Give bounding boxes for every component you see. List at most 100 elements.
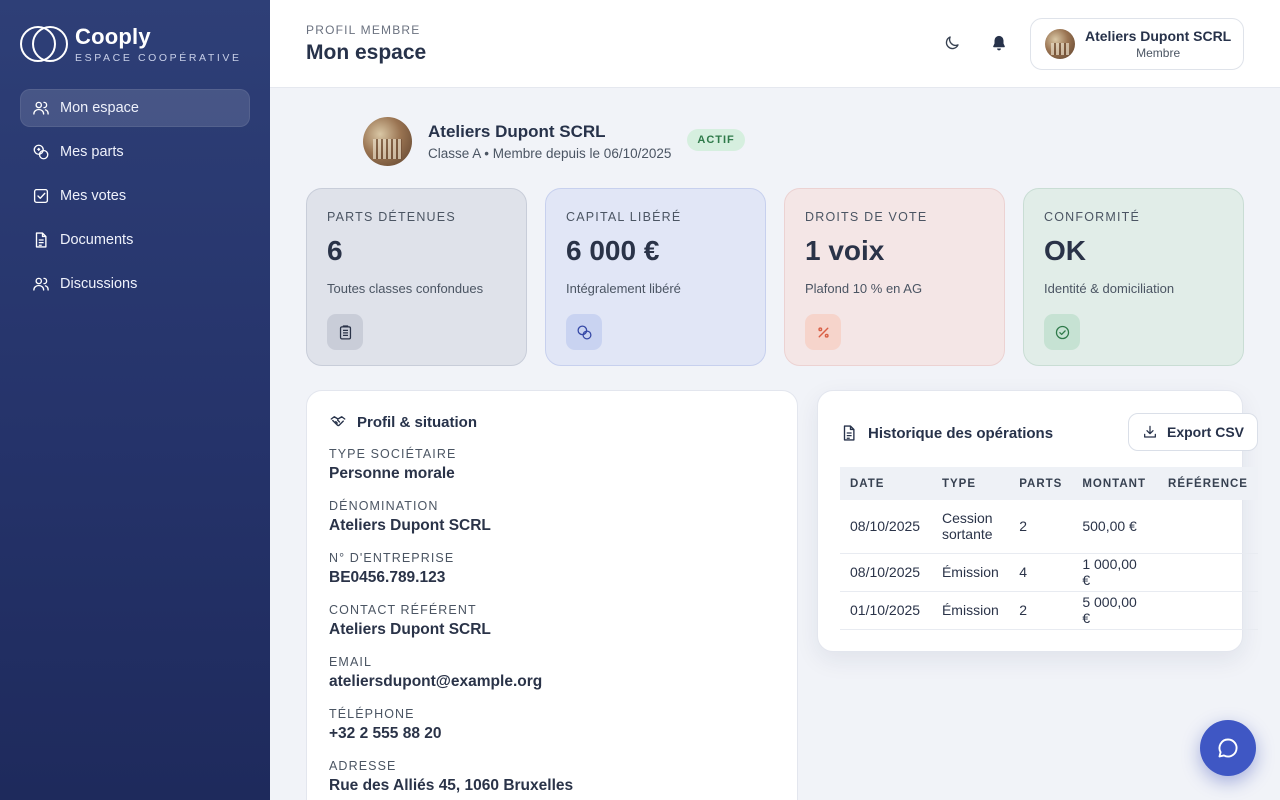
chat-bubble-icon (1218, 738, 1238, 758)
avatar (1045, 29, 1075, 59)
kpi-value: OK (1044, 235, 1086, 266)
notifications-button[interactable] (986, 30, 1012, 56)
kpi-value: 1 voix (805, 235, 885, 266)
user-role: Membre (1136, 46, 1181, 60)
kpi-label: DROITS DE VOTE (805, 210, 928, 224)
cell-parts: 4 (1009, 553, 1073, 592)
member-subtitle: Classe A • Membre depuis le 06/10/2025 (428, 146, 672, 161)
export-label: Export CSV (1166, 424, 1244, 440)
kpi-card-capital: CAPITAL LIBÉRÉ 6 000 € Intégralement lib… (545, 188, 766, 366)
table-header-row: DATE TYPE PARTS MONTANT RÉFÉRENCE (840, 467, 1258, 500)
coins-icon (566, 314, 602, 350)
cell-reference (1158, 553, 1258, 592)
field-value: Ateliers Dupont SCRL (329, 517, 491, 534)
field-value: Rue des Alliés 45, 1060 Bruxelles (329, 777, 574, 794)
user-menu[interactable]: Ateliers Dupont SCRL Membre (1030, 18, 1244, 70)
profile-field: N° D'ENTREPRISE BE0456.789.123 (329, 551, 775, 587)
sidebar-item-label: Mon espace (60, 100, 139, 116)
users-icon (32, 275, 50, 293)
cell-reference (1158, 591, 1258, 630)
column-header[interactable]: DATE (840, 467, 932, 500)
user-name: Ateliers Dupont SCRL (1085, 28, 1232, 44)
cell-type: Émission (931, 553, 1010, 592)
sidebar-item-discussions[interactable]: Discussions (20, 265, 250, 303)
field-value: Ateliers Dupont SCRL (329, 621, 491, 638)
page-eyebrow: PROFIL MEMBRE (306, 23, 421, 37)
field-value: Personne morale (329, 465, 455, 482)
document-icon (32, 231, 50, 249)
member-name: Ateliers Dupont SCRL (428, 122, 606, 141)
percent-icon (805, 314, 841, 350)
sidebar-nav: Mon espace Mes parts Mes votes Documents… (20, 89, 250, 309)
kpi-subtitle: Toutes classes confondues (327, 281, 484, 296)
field-label: N° D'ENTREPRISE (329, 551, 455, 565)
document-icon (843, 425, 855, 441)
member-summary: Ateliers Dupont SCRL Classe A • Membre d… (363, 117, 745, 166)
history-table: DATE TYPE PARTS MONTANT RÉFÉRENCE 08/10/… (840, 467, 1258, 630)
cell-reference (1158, 500, 1258, 554)
history-panel: Historique des opérations Export CSV DAT… (817, 390, 1258, 652)
brand[interactable]: Cooply ESPACE COOPÉRATIVE (20, 24, 242, 64)
dark-mode-button[interactable] (939, 30, 965, 56)
sidebar-item-documents[interactable]: Documents (20, 221, 250, 259)
profile-title: Profil & situation (357, 413, 477, 431)
cell-amount: 5 000,00 € (1072, 591, 1159, 630)
kpi-value: 6 (327, 235, 343, 266)
cell-date: 08/10/2025 (840, 500, 932, 554)
field-label: DÉNOMINATION (329, 499, 439, 513)
field-label: CONTACT RÉFÉRENT (329, 603, 477, 617)
brand-subtitle: ESPACE COOPÉRATIVE (75, 51, 242, 64)
sidebar-item-mes-votes[interactable]: Mes votes (20, 177, 250, 215)
kpi-label: CAPITAL LIBÉRÉ (566, 210, 682, 224)
field-label: EMAIL (329, 655, 373, 669)
avatar (363, 117, 412, 166)
cell-type: Émission (931, 591, 1010, 630)
chat-button[interactable] (1200, 720, 1256, 776)
brand-name: Cooply (75, 23, 151, 49)
profile-panel: Profil & situation TYPE SOCIÉTAIRE Perso… (306, 390, 798, 800)
bell-icon (993, 35, 1005, 51)
field-label: TYPE SOCIÉTAIRE (329, 447, 457, 461)
kpi-card-conformite: CONFORMITÉ OK Identité & domiciliation (1023, 188, 1244, 366)
kpi-subtitle: Identité & domiciliation (1044, 281, 1175, 296)
table-row[interactable]: 01/10/2025 Émission 2 5 000,00 € (840, 591, 1258, 630)
export-csv-button[interactable]: Export CSV (1128, 413, 1258, 451)
field-value: +32 2 555 88 20 (329, 725, 442, 742)
column-header[interactable]: MONTANT (1072, 467, 1159, 500)
kpi-label: PARTS DÉTENUES (327, 210, 456, 224)
profile-field: EMAIL ateliersdupont@example.org (329, 655, 775, 691)
profile-field: ADRESSE Rue des Alliés 45, 1060 Bruxelle… (329, 759, 775, 795)
history-title: Historique des opérations (868, 424, 1054, 442)
column-header[interactable]: PARTS (1009, 467, 1073, 500)
cell-parts: 2 (1009, 500, 1073, 554)
handshake-icon (330, 416, 346, 427)
cell-amount: 1 000,00 € (1072, 553, 1159, 592)
download-icon (1144, 425, 1156, 438)
table-row[interactable]: 08/10/2025 Émission 4 1 000,00 € (840, 553, 1258, 592)
profile-field: TÉLÉPHONE +32 2 555 88 20 (329, 707, 775, 743)
profile-field: TYPE SOCIÉTAIRE Personne morale (329, 447, 775, 483)
sidebar-item-mes-parts[interactable]: Mes parts (20, 133, 250, 171)
cell-date: 08/10/2025 (840, 553, 932, 592)
clipboard-icon (327, 314, 363, 350)
kpi-card-parts: PARTS DÉTENUES 6 Toutes classes confondu… (306, 188, 527, 366)
sidebar-item-label: Mes parts (60, 144, 124, 160)
check-circle-icon (1044, 314, 1080, 350)
kpi-value: 6 000 € (566, 235, 660, 266)
sidebar-item-mon-espace[interactable]: Mon espace (20, 89, 250, 127)
field-value: BE0456.789.123 (329, 569, 446, 586)
page-title: Mon espace (306, 41, 427, 64)
kpi-subtitle: Intégralement libéré (566, 281, 681, 296)
sidebar-item-label: Documents (60, 232, 134, 248)
status-badge: ACTIF (687, 128, 745, 151)
users-icon (32, 99, 50, 117)
moon-icon (945, 36, 959, 50)
column-header[interactable]: RÉFÉRENCE (1158, 467, 1258, 500)
field-value: ateliersdupont@example.org (329, 673, 543, 690)
sidebar-item-label: Discussions (60, 276, 138, 292)
table-row[interactable]: 08/10/2025 Cession sortante 2 500,00 € (840, 500, 1258, 554)
kpi-label: CONFORMITÉ (1044, 210, 1141, 224)
cell-type: Cession sortante (931, 500, 1010, 554)
column-header[interactable]: TYPE (931, 467, 1010, 500)
sidebar-item-label: Mes votes (60, 188, 127, 204)
